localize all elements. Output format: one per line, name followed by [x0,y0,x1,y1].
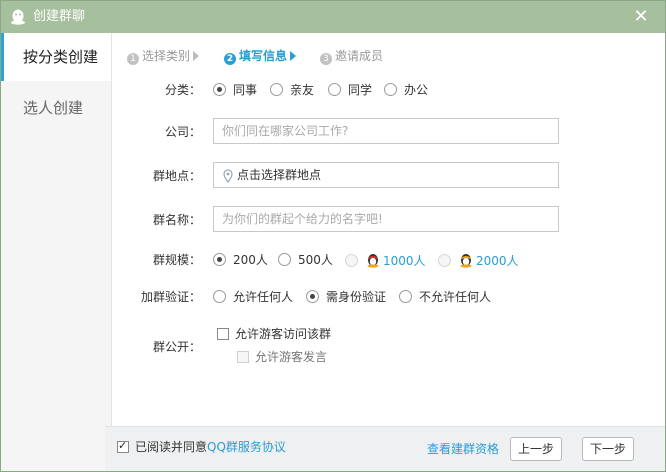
category-radio-office[interactable]: 办公 [384,82,428,98]
radio-icon [399,290,412,303]
checkbox-checked-icon [117,438,129,454]
guest-speak-checkbox[interactable]: 允许游客发言 [237,349,327,365]
radio-icon [270,83,283,96]
location-placeholder: 点击选择群地点 [237,168,322,182]
window-title: 创建群聊 [33,9,86,24]
footer-bar: 已阅读并同意QQ群服务协议 查看建群资格 上一步 下一步 [105,426,665,471]
step-select-category: 1 选择类别 [127,48,200,65]
size-radio-2000[interactable]: 2000人 [438,252,519,269]
group-name-label: 群名称： [152,213,201,227]
step-number: 2 [224,53,236,65]
company-input[interactable] [213,118,559,144]
step-number: 1 [127,53,139,65]
step-number: 3 [320,53,332,65]
radio-icon [278,253,291,266]
sidebar: 按分类创建 选人创建 [1,33,112,471]
join-verify-label: 加群验证： [140,290,201,304]
service-agreement-link[interactable]: QQ群服务协议 [207,440,286,454]
verify-radio-identity[interactable]: 需身份验证 [306,289,386,305]
category-radio-classmate[interactable]: 同学 [328,82,372,98]
radio-checked-icon [306,290,319,303]
next-step-button[interactable]: 下一步 [582,437,634,461]
checkbox-icon [217,328,229,340]
map-pin-icon [223,169,233,183]
step-invite-members: 3 邀请成员 [320,48,383,65]
size-radio-200[interactable]: 200人 [213,252,268,268]
radio-icon [384,83,397,96]
category-label: 分类： [164,83,201,97]
guest-visit-checkbox[interactable]: 允许游客访问该群 [217,326,331,342]
verify-radio-anyone[interactable]: 允许任何人 [213,289,293,305]
view-qualification-link[interactable]: 查看建群资格 [427,441,499,457]
radio-disabled-icon [438,254,451,267]
verify-radio-nobody[interactable]: 不允许任何人 [399,289,491,305]
radio-checked-icon [213,253,226,266]
close-icon[interactable]: ✕ [631,7,651,27]
sidebar-item-by-people[interactable]: 选人创建 [1,84,111,132]
step-label: 邀请成员 [335,49,384,63]
gold-penguin-icon [460,254,472,268]
sidebar-item-by-category[interactable]: 按分类创建 [1,33,111,81]
radio-icon [213,290,226,303]
create-group-dialog: 创建群聊 ✕ 按分类创建 选人创建 1 选择类别 2 填写信息 3 邀请成员 分类： … [0,0,666,472]
qq-penguin-icon [11,9,25,25]
red-penguin-icon [367,254,379,268]
title-bar: 创建群聊 ✕ [1,1,665,33]
sidebar-item-label: 按分类创建 [23,48,99,66]
radio-disabled-icon [345,254,358,267]
step-label: 选择类别 [142,49,191,63]
location-label: 群地点： [152,169,201,183]
size-radio-500[interactable]: 500人 [278,252,333,268]
company-label: 公司： [164,125,201,139]
agree-checkbox[interactable]: 已阅读并同意QQ群服务协议 [117,438,286,455]
group-public-label: 群公开： [152,340,201,354]
checkbox-disabled-icon [237,351,249,363]
step-label: 填写信息 [239,49,288,63]
prev-step-button[interactable]: 上一步 [510,437,562,461]
group-size-label: 群规模： [152,253,201,267]
arrow-right-icon [290,51,297,61]
category-radio-family[interactable]: 亲友 [270,82,314,98]
group-name-input[interactable] [213,206,559,232]
category-radio-colleague[interactable]: 同事 [213,82,257,98]
sidebar-item-label: 选人创建 [23,99,84,117]
radio-icon [328,83,341,96]
radio-checked-icon [213,83,226,96]
size-radio-1000[interactable]: 1000人 [345,252,426,269]
location-picker[interactable]: 点击选择群地点 [213,162,559,188]
arrow-right-icon [193,51,200,61]
step-fill-info: 2 填写信息 [224,48,297,65]
